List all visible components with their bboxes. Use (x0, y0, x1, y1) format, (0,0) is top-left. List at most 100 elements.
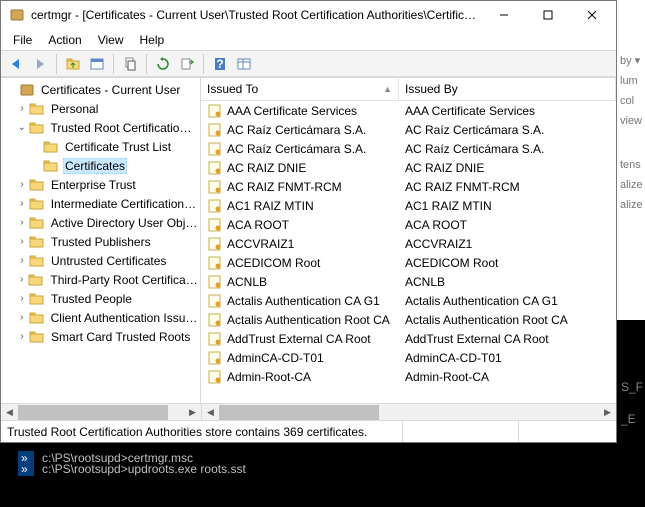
forward-button[interactable] (29, 53, 51, 75)
folder-icon (28, 272, 44, 288)
tree-item[interactable]: ›Active Directory User Object (1, 213, 200, 232)
list-row[interactable]: AdminCA-CD-T01AdminCA-CD-T01 (201, 348, 616, 367)
twisty-icon[interactable]: ⌄ (15, 122, 29, 133)
issued-by-cell: AC Raíz Certicámara S.A. (405, 123, 544, 137)
tree-item[interactable]: ›Intermediate Certification Au (1, 194, 200, 213)
twisty-icon[interactable]: › (15, 236, 29, 247)
tree-item[interactable]: Certificates (1, 156, 200, 175)
twisty-icon[interactable]: › (15, 331, 29, 342)
twisty-icon[interactable]: › (15, 198, 29, 209)
twisty-icon[interactable]: › (15, 274, 28, 285)
twisty-icon[interactable]: › (15, 103, 29, 114)
folder-icon (29, 196, 45, 212)
issued-to-cell: AddTrust External CA Root (227, 332, 371, 346)
issued-to-cell: ACCVRAIZ1 (227, 237, 294, 251)
minimize-button[interactable] (482, 1, 526, 29)
help-button[interactable]: ? (209, 53, 231, 75)
twisty-icon[interactable]: › (15, 217, 29, 228)
tree-label: Third-Party Root Certification (48, 272, 200, 288)
tree-label: Personal (49, 101, 100, 117)
list-row[interactable]: AC1 RAIZ MTINAC1 RAIZ MTIN (201, 196, 616, 215)
scroll-left-icon[interactable]: ◀ (202, 404, 219, 421)
list-row[interactable]: ACA ROOTACA ROOT (201, 215, 616, 234)
folder-icon (29, 291, 45, 307)
tree-item[interactable]: › Trusted People (1, 289, 200, 308)
list-row[interactable]: AC RAIZ FNMT-RCMAC RAIZ FNMT-RCM (201, 177, 616, 196)
list-row[interactable]: AddTrust External CA RootAddTrust Extern… (201, 329, 616, 348)
menu-file[interactable]: File (5, 31, 40, 49)
twisty-icon[interactable]: › (15, 293, 29, 304)
tree-pane[interactable]: Certificates - Current User › Personal ⌄ Tr… (1, 78, 201, 403)
tree-root[interactable]: Certificates - Current User (1, 80, 200, 99)
list-row[interactable]: Actalis Authentication CA G1Actalis Auth… (201, 291, 616, 310)
list-row[interactable]: AC Raíz Certicámara S.A.AC Raíz Certicám… (201, 139, 616, 158)
list-row[interactable]: ACNLBACNLB (201, 272, 616, 291)
show-hide-tree-button[interactable] (86, 53, 108, 75)
maximize-button[interactable] (526, 1, 570, 29)
status-cell-3 (519, 421, 616, 442)
menu-action[interactable]: Action (40, 31, 89, 49)
tree-label: Client Authentication Issuers (49, 310, 200, 326)
refresh-button[interactable] (152, 53, 174, 75)
tree-label: Trusted Root Certification Au (49, 120, 201, 136)
tree-item[interactable]: › Smart Card Trusted Roots (1, 327, 200, 346)
tree-item[interactable]: ›Enterprise Trust (1, 175, 200, 194)
list-row[interactable]: AAA Certificate ServicesAAA Certificate … (201, 101, 616, 120)
properties-button[interactable] (233, 53, 255, 75)
list-row[interactable]: ACCVRAIZ1ACCVRAIZ1 (201, 234, 616, 253)
menu-help[interactable]: Help (132, 31, 173, 49)
list-row[interactable]: Admin-Root-CA Admin-Root-CA (201, 367, 616, 386)
issued-to-cell: ACA ROOT (227, 218, 289, 232)
issued-to-cell: AC RAIZ DNIE (227, 161, 306, 175)
back-button[interactable] (5, 53, 27, 75)
issued-to-cell: AC RAIZ FNMT-RCM (227, 180, 342, 194)
tree-item[interactable]: › Personal (1, 99, 200, 118)
tree-label: Certificates - Current User (39, 82, 182, 98)
list-row[interactable]: Actalis Authentication Root CAActalis Au… (201, 310, 616, 329)
copy-button[interactable] (119, 53, 141, 75)
issued-by-cell: Admin-Root-CA (405, 370, 489, 384)
issued-by-cell: AC RAIZ DNIE (405, 161, 484, 175)
tree-label: Trusted People (49, 291, 134, 307)
certificate-icon (207, 104, 223, 118)
column-issued-by[interactable]: Issued By (399, 78, 616, 100)
scroll-right-icon[interactable]: ▶ (599, 404, 616, 421)
close-button[interactable] (570, 1, 614, 29)
statusbar: Trusted Root Certification Authorities s… (1, 420, 616, 442)
issued-to-cell: AAA Certificate Services (227, 104, 357, 118)
issued-to-cell: ACNLB (227, 275, 267, 289)
list-row[interactable]: AC RAIZ DNIE AC RAIZ DNIE (201, 158, 616, 177)
issued-by-cell: Actalis Authentication CA G1 (405, 294, 558, 308)
export-button[interactable] (176, 53, 198, 75)
tree-item[interactable]: ⌄ Trusted Root Certification Au (1, 118, 200, 137)
cert-store-icon (19, 82, 35, 98)
horizontal-scrollbar[interactable]: ◀ ▶ ◀ ▶ (1, 403, 616, 420)
column-issued-to[interactable]: Issued To▲ (201, 78, 399, 100)
list-pane: Issued To▲ Issued By AAA Certificate Ser… (201, 78, 616, 403)
app-icon (9, 7, 25, 23)
titlebar[interactable]: certmgr - [Certificates - Current User\T… (1, 1, 616, 29)
status-cell-2 (403, 421, 519, 442)
tree-label: Smart Card Trusted Roots (49, 329, 192, 345)
twisty-icon[interactable]: › (15, 179, 29, 190)
tree-label: Certificate Trust List (63, 139, 173, 155)
menu-view[interactable]: View (90, 31, 132, 49)
twisty-icon[interactable]: › (15, 255, 29, 266)
folder-icon (29, 253, 45, 269)
menubar: File Action View Help (1, 29, 616, 51)
scroll-right-icon[interactable]: ▶ (184, 404, 201, 421)
certificate-icon (207, 275, 223, 289)
tree-item[interactable]: Certificate Trust List (1, 137, 200, 156)
twisty-icon[interactable]: › (15, 312, 29, 323)
scroll-left-icon[interactable]: ◀ (1, 404, 18, 421)
console[interactable]: » c:\PS\rootsupd>certmgr.msc » c:\PS\roo… (0, 443, 645, 507)
list-row[interactable]: AC Raíz Certicámara S.A.AC Raíz Certicám… (201, 120, 616, 139)
tree-item[interactable]: › Client Authentication Issuers (1, 308, 200, 327)
list-row[interactable]: ACEDICOM RootACEDICOM Root (201, 253, 616, 272)
tree-item[interactable]: ›Trusted Publishers (1, 232, 200, 251)
tree-item[interactable]: › Third-Party Root Certification (1, 270, 200, 289)
tree-item[interactable]: ›Untrusted Certificates (1, 251, 200, 270)
up-button[interactable] (62, 53, 84, 75)
issued-to-cell: Admin-Root-CA (227, 370, 311, 384)
list-body[interactable]: AAA Certificate ServicesAAA Certificate … (201, 101, 616, 403)
